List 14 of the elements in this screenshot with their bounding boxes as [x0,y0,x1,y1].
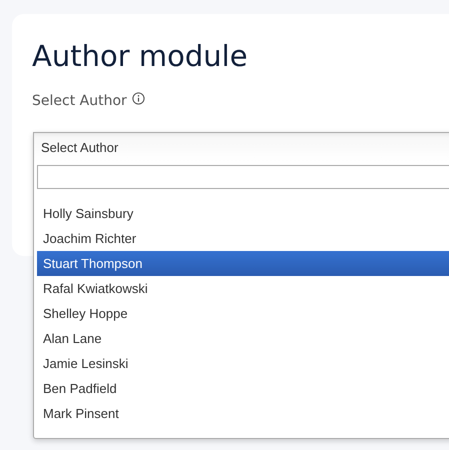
dropdown-header[interactable]: Select Author [34,133,449,162]
dropdown-option[interactable]: Jamie Lesinski [34,351,449,376]
dropdown-option[interactable]: Shelley Hoppe [34,301,449,326]
dropdown-option[interactable]: Joachim Richter [34,226,449,251]
field-label: Select Author [32,92,127,111]
dropdown-option[interactable]: Stuart Thompson [37,251,449,276]
search-field[interactable] [37,165,449,189]
dropdown-option[interactable]: Mark Pinsent [34,401,449,426]
dropdown-option[interactable]: Ben Padfield [34,376,449,401]
dropdown-option[interactable]: Rafal Kwiatkowski [34,276,449,301]
page-title: Author module [32,38,249,75]
info-icon[interactable] [132,92,145,104]
dropdown-option[interactable]: Alan Lane [34,326,449,351]
dropdown-option[interactable]: Holly Sainsbury [34,201,449,226]
